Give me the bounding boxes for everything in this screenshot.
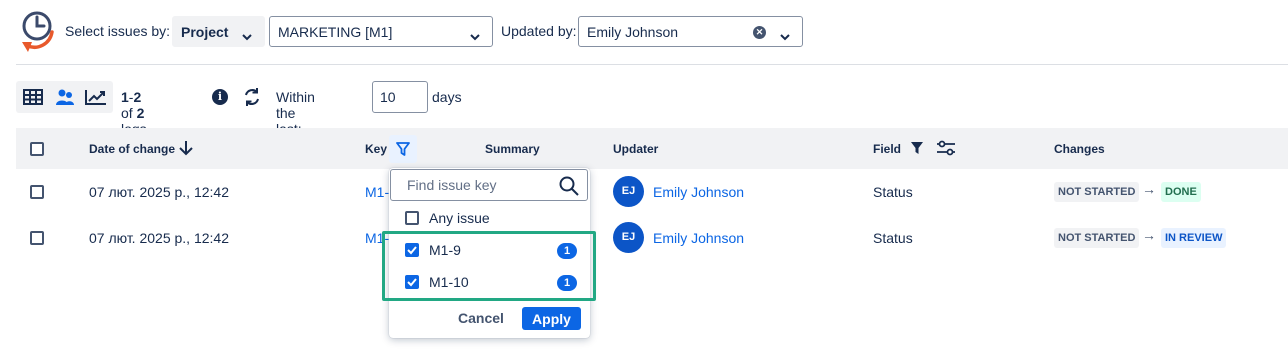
avatar: EJ: [613, 222, 644, 253]
select-by-dropdown[interactable]: Project: [172, 16, 265, 47]
apply-button[interactable]: Apply: [522, 307, 581, 330]
issue-key-link[interactable]: M1-: [365, 184, 389, 200]
date-cell: 07 лют. 2025 р., 12:42: [89, 230, 229, 246]
users-view-button[interactable]: [52, 85, 78, 109]
trend-chart-icon: [85, 90, 106, 105]
table-grid-icon: [23, 89, 43, 105]
selection-highlight-box: [382, 231, 596, 301]
chevron-down-icon: [780, 28, 790, 44]
status-to-badge: DONE: [1161, 182, 1201, 202]
filter-funnel-icon: [396, 142, 410, 156]
row-checkbox[interactable]: [30, 185, 44, 199]
view-switcher: [16, 81, 113, 113]
filter-funnel-icon[interactable]: [910, 141, 924, 158]
chevron-down-icon: [242, 28, 252, 44]
avatar: EJ: [613, 176, 644, 207]
table-header: Date of change Key Summary Updater Field…: [16, 128, 1288, 169]
info-icon[interactable]: i: [212, 89, 228, 105]
top-filter-bar: Select issues by: Project MARKETING [M1]…: [0, 0, 1288, 64]
column-header-summary: Summary: [485, 142, 540, 156]
cancel-button[interactable]: Cancel: [458, 310, 504, 326]
select-all-checkbox[interactable]: [30, 142, 44, 156]
search-icon: [559, 176, 579, 199]
settings-sliders-icon[interactable]: [936, 140, 956, 159]
updater-link[interactable]: Emily Johnson: [653, 230, 744, 246]
select-by-value: Project: [181, 23, 229, 40]
column-header-updater: Updater: [613, 142, 659, 156]
field-cell: Status: [873, 230, 913, 246]
project-value: MARKETING [M1]: [278, 23, 393, 40]
days-label: days: [432, 89, 462, 105]
select-issues-label: Select issues by:: [65, 23, 171, 39]
column-header-key: Key: [365, 142, 388, 156]
option-any-issue[interactable]: Any issue: [405, 208, 575, 228]
status-from-badge: NOT STARTED: [1054, 182, 1140, 202]
status-from-badge: NOT STARTED: [1054, 228, 1140, 248]
option-checkbox[interactable]: [405, 211, 419, 225]
updater-link[interactable]: Emily Johnson: [653, 184, 744, 200]
updated-by-label: Updated by:: [501, 23, 577, 39]
clear-selection-icon[interactable]: ✕: [753, 26, 766, 39]
refresh-icon[interactable]: [242, 87, 262, 110]
header-divider: [16, 64, 1288, 65]
updated-by-dropdown[interactable]: Emily Johnson ✕: [578, 16, 803, 47]
table-view-button[interactable]: [20, 85, 46, 109]
updated-by-value: Emily Johnson: [587, 23, 679, 40]
option-label: Any issue: [429, 210, 490, 226]
status-to-badge: IN REVIEW: [1161, 228, 1227, 248]
chevron-down-icon: [470, 28, 480, 44]
chart-view-button[interactable]: [83, 85, 109, 109]
column-header-date[interactable]: Date of change: [89, 142, 175, 156]
table-row: 07 лют. 2025 р., 12:42 M1- EJ Emily John…: [16, 169, 1288, 215]
days-input[interactable]: [372, 81, 428, 113]
key-filter-button[interactable]: [389, 135, 417, 163]
people-icon: [56, 89, 74, 105]
table-row: 07 лют. 2025 р., 12:42 M1- EJ Emily John…: [16, 215, 1288, 261]
field-cell: Status: [873, 184, 913, 200]
project-dropdown[interactable]: MARKETING [M1]: [269, 16, 493, 47]
column-header-field: Field: [873, 142, 902, 156]
arrow-right-icon: →: [1142, 181, 1156, 197]
app-logo-icon: [18, 8, 58, 54]
row-checkbox[interactable]: [30, 231, 44, 245]
sort-descending-icon[interactable]: [179, 140, 193, 159]
arrow-right-icon: →: [1142, 227, 1156, 243]
column-header-changes: Changes: [1054, 142, 1105, 156]
date-cell: 07 лют. 2025 р., 12:42: [89, 184, 229, 200]
